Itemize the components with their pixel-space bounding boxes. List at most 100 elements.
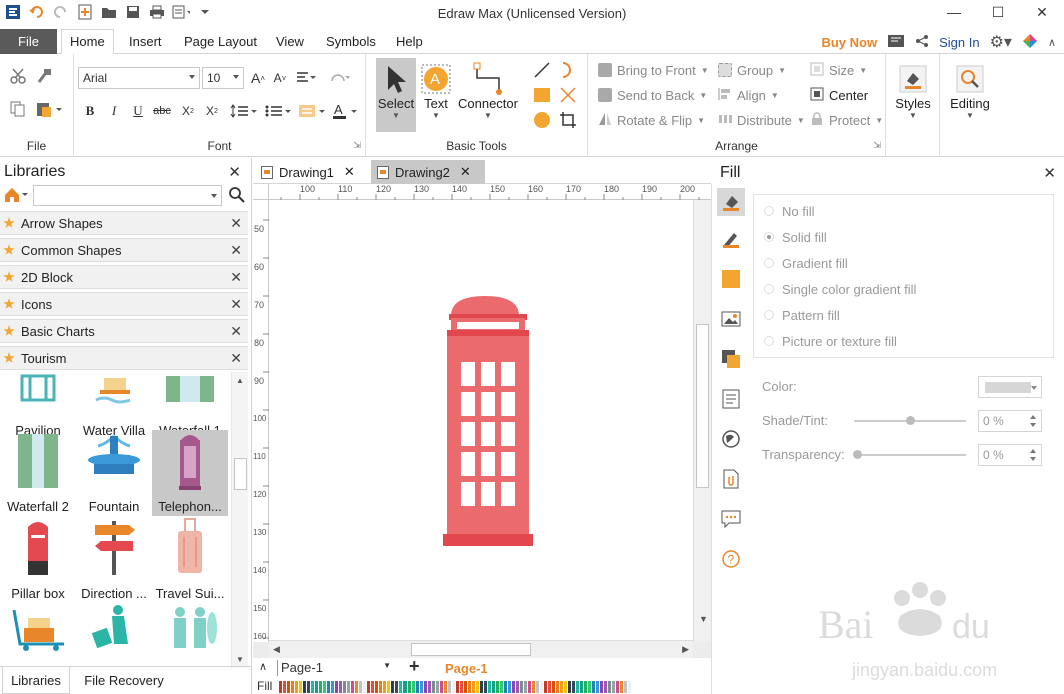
- cut-icon[interactable]: [8, 66, 28, 86]
- color-swatch[interactable]: [431, 681, 435, 693]
- color-swatch[interactable]: [343, 681, 347, 693]
- cart-icon[interactable]: [887, 34, 905, 51]
- page-select[interactable]: Page-1 ▼: [277, 660, 395, 676]
- scroll-right-icon[interactable]: ▶: [682, 644, 689, 655]
- color-swatch[interactable]: [435, 681, 439, 693]
- color-swatch[interactable]: [327, 681, 331, 693]
- superscript-icon[interactable]: X2: [202, 101, 222, 121]
- color-swatch[interactable]: [564, 681, 568, 693]
- copy-icon[interactable]: [8, 99, 28, 119]
- library-category-common-shapes[interactable]: Common Shapes ✕: [0, 238, 248, 262]
- editing-button[interactable]: Editing ▼: [946, 58, 994, 132]
- format-painter-icon[interactable]: [34, 66, 54, 86]
- color-swatch[interactable]: [335, 681, 339, 693]
- shape-luggage-cart[interactable]: [0, 604, 76, 664]
- shrink-font-icon[interactable]: A ˅: [270, 68, 290, 88]
- color-swatch[interactable]: [584, 681, 588, 693]
- color-swatch[interactable]: [507, 681, 511, 693]
- shape-surfers[interactable]: [152, 604, 228, 664]
- close-icon[interactable]: ✕: [1020, 0, 1064, 24]
- rectangle-tool-icon[interactable]: [532, 85, 552, 105]
- library-category-2d-block[interactable]: 2D Block ✕: [0, 265, 248, 289]
- tab-page-layout[interactable]: Page Layout: [176, 29, 265, 54]
- color-swatch[interactable]: [511, 681, 515, 693]
- fill-option-pattern-fill[interactable]: Pattern fill: [764, 306, 840, 324]
- shape-traveler[interactable]: [76, 604, 152, 664]
- strikethrough-icon[interactable]: abc: [152, 101, 172, 121]
- library-scrollbar[interactable]: ▲ ▼: [231, 372, 248, 668]
- close-icon[interactable]: ✕: [344, 164, 355, 180]
- color-swatch[interactable]: [383, 681, 387, 693]
- collapse-pages-icon[interactable]: ∧: [259, 660, 267, 673]
- select-tool-button[interactable]: Select ▼: [376, 58, 416, 132]
- close-icon[interactable]: ✕: [230, 242, 242, 259]
- slider-knob[interactable]: [853, 450, 862, 459]
- color-swatch[interactable]: [487, 681, 491, 693]
- color-swatch[interactable]: [447, 681, 451, 693]
- fill-option-picture-texture[interactable]: Picture or texture fill: [764, 332, 897, 350]
- color-swatch[interactable]: [391, 681, 395, 693]
- color-swatch[interactable]: [556, 681, 560, 693]
- tab-home[interactable]: Home: [61, 29, 114, 54]
- add-page-icon[interactable]: +: [409, 656, 420, 677]
- crop-tool-icon[interactable]: [558, 110, 578, 130]
- tab-file-recovery[interactable]: File Recovery: [78, 667, 170, 694]
- drawing-page[interactable]: [269, 200, 693, 640]
- font-size-select[interactable]: 10: [202, 67, 244, 89]
- text-align-icon[interactable]: [296, 68, 316, 88]
- distribute-button[interactable]: Distribute ▼: [718, 110, 805, 130]
- fill-option-no-fill[interactable]: No fill: [764, 202, 815, 220]
- color-swatch[interactable]: [287, 681, 291, 693]
- color-swatch[interactable]: [375, 681, 379, 693]
- color-swatch[interactable]: [427, 681, 431, 693]
- telephone-box-shape[interactable]: [443, 296, 543, 548]
- color-swatch[interactable]: [439, 681, 443, 693]
- color-swatch[interactable]: [307, 681, 311, 693]
- library-home-icon[interactable]: [3, 186, 29, 207]
- sign-in-link[interactable]: Sign In: [939, 35, 979, 50]
- color-swatch[interactable]: [379, 681, 383, 693]
- color-swatch[interactable]: [515, 681, 519, 693]
- color-swatch[interactable]: [323, 681, 327, 693]
- color-swatch[interactable]: [475, 681, 479, 693]
- color-swatch[interactable]: [527, 681, 531, 693]
- align-button[interactable]: Align ▼: [718, 85, 779, 105]
- connector-tool-button[interactable]: Connector ▼: [456, 58, 520, 132]
- color-swatch[interactable]: [463, 681, 467, 693]
- tab-symbols[interactable]: Symbols: [318, 29, 384, 54]
- size-button[interactable]: Size ▼: [810, 60, 867, 80]
- bold-icon[interactable]: B: [80, 101, 100, 121]
- close-icon[interactable]: ✕: [228, 163, 241, 181]
- fill-option-single-color-gradient[interactable]: Single color gradient fill: [764, 280, 916, 298]
- library-category-arrow-shapes[interactable]: Arrow Shapes ✕: [0, 211, 248, 235]
- color-swatch[interactable]: [315, 681, 319, 693]
- color-swatch[interactable]: [403, 681, 407, 693]
- tab-libraries[interactable]: Libraries: [2, 667, 70, 694]
- paste-icon[interactable]: [34, 99, 64, 119]
- close-icon[interactable]: ✕: [230, 350, 242, 367]
- color-swatch[interactable]: [568, 681, 572, 693]
- color-swatch[interactable]: [495, 681, 499, 693]
- color-swatch[interactable]: [580, 681, 584, 693]
- color-swatch[interactable]: [576, 681, 580, 693]
- tab-insert[interactable]: Insert: [121, 29, 170, 54]
- color-swatch[interactable]: [387, 681, 391, 693]
- radio-button[interactable]: [764, 206, 774, 216]
- subscript-icon[interactable]: X2: [178, 101, 198, 121]
- tab-view[interactable]: View: [268, 29, 312, 54]
- document-tab-drawing2[interactable]: Drawing2 ✕: [371, 160, 485, 184]
- close-icon[interactable]: ✕: [460, 164, 471, 180]
- radio-button[interactable]: [764, 284, 774, 294]
- font-color-icon[interactable]: A: [332, 101, 360, 121]
- fill-option-gradient-fill[interactable]: Gradient fill: [764, 254, 848, 272]
- search-icon[interactable]: [228, 186, 246, 207]
- library-search-input[interactable]: [33, 185, 222, 206]
- close-icon[interactable]: ✕: [230, 323, 242, 340]
- transparency-stepper[interactable]: 0 %: [978, 444, 1042, 466]
- color-swatch[interactable]: [552, 681, 556, 693]
- italic-icon[interactable]: I: [104, 101, 124, 121]
- group-button[interactable]: Group ▼: [718, 60, 786, 80]
- radio-button[interactable]: [764, 336, 774, 346]
- color-swatch[interactable]: [291, 681, 295, 693]
- color-swatch[interactable]: [347, 681, 351, 693]
